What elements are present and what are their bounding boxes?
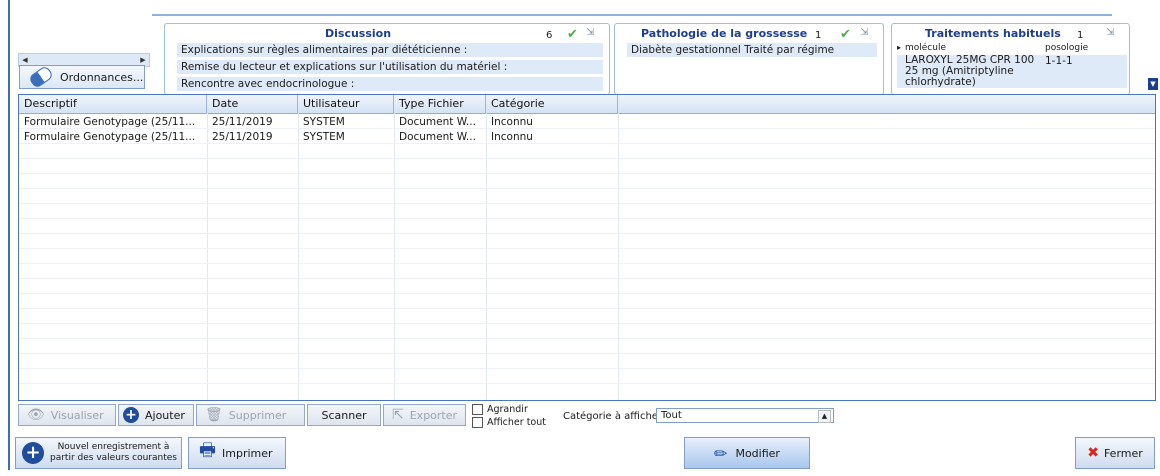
categorie-value: Tout (661, 410, 682, 421)
discussion-panel: Discussion 6 ✔ ⇲ Explications sur règles… (164, 23, 610, 95)
scroll-left-icon[interactable]: ◀ (20, 55, 30, 65)
plus-icon: + (22, 442, 44, 464)
cell-descriptif: Formulaire Genotypage (25/11... (24, 131, 196, 143)
chevron-down-icon[interactable]: ▲ (818, 410, 831, 423)
agrandir-checkbox[interactable]: Agrandir (472, 404, 528, 415)
traitements-count: 1 (1077, 30, 1084, 41)
col-posologie: posologie (1045, 43, 1089, 53)
pathologie-title: Pathologie de la grossesse (641, 27, 808, 40)
imprimer-button[interactable]: 🖶 Imprimer (188, 437, 286, 469)
expand-icon[interactable]: ⇲ (586, 27, 594, 38)
col-molecule: molécule (905, 43, 947, 53)
column-type-fichier[interactable]: Type Fichier (394, 95, 486, 113)
row-indicator-icon: ▸ (897, 43, 902, 52)
traitements-row[interactable]: LAROXYL 25MG CPR 100 25 mg (Amitriptylin… (897, 55, 1127, 88)
check-icon: ✔ (567, 27, 578, 42)
scanner-label: Scanner (321, 408, 367, 422)
pencil-icon: ✏ (714, 443, 728, 463)
checkbox-icon (472, 404, 483, 415)
expand-icon[interactable]: ⇲ (860, 27, 868, 38)
expand-icon[interactable]: ⇲ (1106, 27, 1114, 38)
modifier-label: Modifier (735, 446, 780, 460)
agrandir-label: Agrandir (487, 404, 528, 415)
fermer-label: Fermer (1103, 446, 1143, 460)
pathologie-line: Diabète gestationnel Traité par régime (627, 43, 877, 57)
afficher-tout-checkbox[interactable]: Afficher tout (472, 417, 546, 428)
posologie-value: 1-1-1 (1045, 55, 1073, 67)
ordonnances-button[interactable]: Ordonnances... (19, 64, 145, 90)
supprimer-label: Supprimer (228, 408, 287, 422)
cell-categorie: Inconnu (491, 116, 533, 128)
trash-icon: 🗑 (205, 407, 223, 423)
printer-icon: 🖶 (199, 440, 216, 461)
nouvel-enregistrement-button[interactable]: + Nouvel enregistrement à partir des val… (15, 437, 182, 469)
traitements-table: ▸ molécule posologie LAROXYL 25MG CPR 10… (897, 43, 1127, 88)
pathologie-panel: Pathologie de la grossesse 1 ✔ ⇲ Diabète… (614, 23, 884, 95)
discussion-line: Explications sur règles alimentaires par… (177, 43, 603, 57)
top-strip (152, 0, 1112, 16)
checkbox-icon (472, 417, 483, 428)
exporter-button[interactable]: ⇱ Exporter (383, 404, 466, 426)
visualiser-button[interactable]: 👁 Visualiser (18, 404, 116, 426)
export-icon: ⇱ (392, 407, 404, 423)
scroll-right-icon[interactable]: ▶ (138, 55, 148, 65)
column-utilisateur[interactable]: Utilisateur (298, 95, 394, 113)
cell-type-fichier: Document W... (399, 116, 476, 128)
ajouter-label: Ajouter (145, 408, 185, 422)
check-icon: ✔ (840, 27, 851, 42)
ajouter-button[interactable]: + Ajouter (118, 404, 194, 426)
cell-type-fichier: Document W... (399, 131, 476, 143)
supprimer-button[interactable]: 🗑 Supprimer (196, 404, 305, 426)
cell-date: 25/11/2019 (212, 116, 273, 128)
modifier-button[interactable]: ✏ Modifier (684, 437, 810, 469)
column-categorie[interactable]: Catégorie (486, 95, 618, 113)
nouvel-line2: partir des valeurs courantes (50, 453, 177, 463)
visualiser-label: Visualiser (50, 408, 104, 422)
traitements-panel: Traitements habituels 1 ⇲ ▸ molécule pos… (891, 23, 1130, 95)
close-icon: ✖ (1087, 445, 1099, 461)
chevron-down-icon[interactable]: ▼ (1148, 78, 1158, 90)
categorie-label: Catégorie à afficher: (563, 411, 666, 422)
traitements-title: Traitements habituels (925, 27, 1061, 40)
exporter-label: Exporter (409, 408, 458, 422)
imprimer-label: Imprimer (222, 446, 273, 460)
pill-icon (27, 64, 55, 90)
discussion-title: Discussion (325, 27, 392, 40)
column-descriptif[interactable]: Descriptif (19, 95, 207, 113)
cell-utilisateur: SYSTEM (303, 131, 345, 143)
fermer-button[interactable]: ✖ Fermer (1075, 437, 1155, 469)
plus-icon: + (123, 407, 139, 423)
pathologie-count: 1 (815, 30, 822, 41)
scanner-button[interactable]: Scanner (307, 404, 381, 426)
categorie-select[interactable]: Tout ▲ (656, 408, 834, 423)
ordonnances-label: Ordonnances... (60, 70, 144, 84)
molecule-value: LAROXYL 25MG CPR 100 25 mg (Amitriptylin… (905, 55, 1035, 88)
discussion-line: Rencontre avec endocrinologue : (177, 77, 603, 91)
nouvel-line1: Nouvel enregistrement à (57, 442, 170, 452)
cell-utilisateur: SYSTEM (303, 116, 345, 128)
discussion-count: 6 (546, 30, 553, 41)
grid-header: Descriptif Date Utilisateur Type Fichier… (19, 95, 1155, 114)
discussion-line: Remise du lecteur et explications sur l'… (177, 60, 603, 74)
cell-descriptif: Formulaire Genotypage (25/11... (24, 116, 196, 128)
afficher-tout-label: Afficher tout (487, 417, 546, 428)
cell-date: 25/11/2019 (212, 131, 273, 143)
documents-grid: Descriptif Date Utilisateur Type Fichier… (18, 94, 1156, 401)
eye-icon: 👁 (27, 407, 45, 423)
cell-categorie: Inconnu (491, 131, 533, 143)
column-date[interactable]: Date (207, 95, 298, 113)
